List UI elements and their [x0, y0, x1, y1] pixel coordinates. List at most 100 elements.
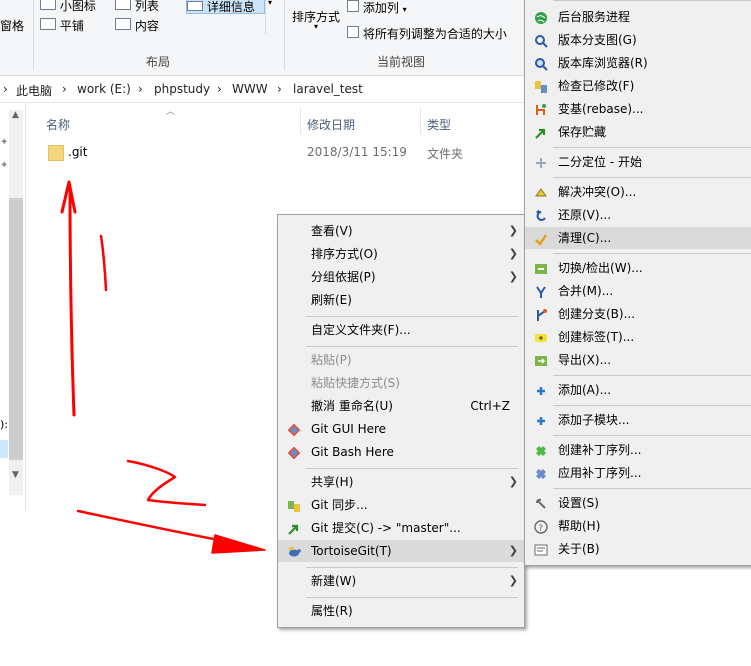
scroll-up-icon[interactable]: ▲ — [12, 110, 19, 120]
menu-item-label: 后台服务进程 — [558, 10, 631, 24]
menu-item-bisect-start[interactable]: 二分定位 - 开始 — [525, 151, 751, 173]
layout-tiles[interactable]: 平铺 — [40, 17, 84, 34]
menu-item-view[interactable]: 查看(V) ❯ — [278, 220, 524, 242]
column-header-date[interactable]: 修改日期 — [307, 116, 355, 133]
menu-item-label: 版本库浏览器(R) — [558, 56, 648, 70]
layout-details[interactable]: 详细信息 — [186, 0, 265, 14]
menu-item-add-submodule[interactable]: 添加子模块... — [525, 409, 751, 431]
pane-label-fragment[interactable]: 窗格 — [0, 17, 24, 34]
menu-item-revision-graph[interactable]: 版本分支图(G) — [525, 29, 751, 51]
menu-item-customize-folder[interactable]: 自定义文件夹(F)... — [278, 319, 524, 341]
layout-content[interactable]: 内容 — [115, 17, 159, 34]
menu-item-label: Git 提交(C) -> "master"... — [311, 521, 461, 535]
menu-item-label: 应用补丁序列... — [558, 466, 642, 480]
pin-icon[interactable]: ✦ — [0, 137, 8, 148]
check-modifications-icon — [534, 79, 548, 93]
menu-item-label: 共享(H) — [311, 475, 354, 489]
menu-item-new[interactable]: 新建(W) ❯ — [278, 570, 524, 592]
menu-item-cleanup[interactable]: 清理(C)... — [525, 227, 751, 249]
menu-item-label: 设置(S) — [558, 496, 599, 510]
menu-item-git-commit[interactable]: Git 提交(C) -> "master"... — [278, 517, 524, 539]
menu-item-export[interactable]: 导出(X)... — [525, 349, 751, 371]
layout-tiles-label: 平铺 — [59, 19, 84, 33]
layout-scroll[interactable]: ▾ — [265, 0, 276, 34]
switch-icon — [534, 261, 548, 275]
nav-selected-item[interactable] — [0, 440, 8, 458]
pin-icon[interactable]: ✦ — [0, 160, 8, 171]
menu-item-git-sync[interactable]: Git 同步... — [278, 494, 524, 516]
menu-item-add[interactable]: 添加(A)... — [525, 379, 751, 401]
stash-icon — [534, 125, 548, 139]
breadcrumb-phpstudy[interactable]: phpstudy — [154, 82, 210, 96]
menu-item-label: 自定义文件夹(F)... — [311, 323, 411, 337]
menu-item-create-tag[interactable]: 创建标签(T)... — [525, 326, 751, 348]
menu-separator — [553, 253, 751, 254]
layout-small-icons[interactable]: 小图标 — [40, 0, 96, 14]
fit-columns-icon — [347, 26, 359, 38]
chevron-right-icon: ❯ — [508, 574, 518, 587]
layout-list[interactable]: 列表 — [115, 0, 159, 14]
menu-item-help[interactable]: ? 帮助(H) — [525, 515, 751, 537]
sort-by-button[interactable]: 排序方式 ▾ — [292, 8, 340, 31]
menu-item-refresh[interactable]: 刷新(E) — [278, 289, 524, 311]
menu-item-label: 二分定位 - 开始 — [558, 155, 642, 169]
breadcrumb-drive[interactable]: work (E:) — [77, 82, 131, 96]
annotation-arrow-right-stroke — [76, 509, 237, 545]
menu-item-label: 清理(C)... — [558, 231, 612, 245]
scroll-down-icon[interactable]: ▼ — [12, 470, 19, 480]
navigation-scrollbar-thumb[interactable] — [9, 198, 23, 460]
menu-item-sort-by[interactable]: 排序方式(O) ❯ — [278, 243, 524, 265]
menu-item-paste-shortcut[interactable]: 粘贴快捷方式(S) — [278, 372, 524, 394]
column-separator[interactable] — [300, 108, 301, 134]
menu-item-create-patch-serial[interactable]: 创建补丁序列... — [525, 439, 751, 461]
menu-item-settings[interactable]: 设置(S) — [525, 492, 751, 514]
menu-item-git-bash[interactable]: Git Bash Here — [278, 441, 524, 463]
breadcrumb-this-pc[interactable]: 此电脑 — [16, 82, 52, 99]
menu-item-label: 变基(rebase)... — [558, 102, 644, 116]
menu-item-label: 属性(R) — [311, 604, 353, 618]
menu-item-properties[interactable]: 属性(R) — [278, 600, 524, 622]
menu-item-git-gui[interactable]: Git GUI Here — [278, 418, 524, 440]
menu-item-about[interactable]: 关于(B) — [525, 538, 751, 560]
menu-item-revert[interactable]: 还原(V)... — [525, 204, 751, 226]
menu-separator — [553, 177, 751, 178]
menu-item-merge[interactable]: 合并(M)... — [525, 280, 751, 302]
breadcrumb-www[interactable]: WWW — [232, 82, 268, 96]
menu-item-resolve[interactable]: 解决冲突(O)... — [525, 181, 751, 203]
menu-item-switch-checkout[interactable]: 切换/检出(W)... — [525, 257, 751, 279]
add-column-icon — [347, 0, 359, 12]
address-bar[interactable]: › 此电脑 › work (E:) › phpstudy › WWW › lar… — [0, 78, 525, 103]
table-row[interactable]: .git 2018/3/11 15:19 文件夹 — [42, 142, 522, 164]
menu-separator — [553, 435, 751, 436]
menu-item-group-by[interactable]: 分组依据(P) ❯ — [278, 266, 524, 288]
column-separator[interactable] — [420, 108, 421, 134]
menu-item-undo-rename[interactable]: 撤消 重命名(U) Ctrl+Z — [278, 395, 524, 417]
column-header-name[interactable]: 名称 — [46, 116, 70, 133]
menu-item-label: Git Bash Here — [311, 445, 394, 459]
menu-item-share[interactable]: 共享(H) ❯ — [278, 471, 524, 493]
menu-item-cache-daemon[interactable]: 后台服务进程 — [525, 6, 751, 28]
layout-content-label: 内容 — [134, 19, 159, 33]
breadcrumb-laravel-test[interactable]: laravel_test — [293, 82, 363, 96]
menu-item-tortoisegit[interactable]: TortoiseGit(T) ❯ — [278, 540, 524, 562]
menu-item-check-modifications[interactable]: 检查已修改(F) — [525, 75, 751, 97]
chevron-right-icon: ❯ — [508, 475, 518, 488]
menu-item-rebase[interactable]: 变基(rebase)... — [525, 98, 751, 120]
menu-item-label: TortoiseGit(T) — [311, 544, 392, 558]
menu-item-create-branch[interactable]: 创建分支(B)... — [525, 303, 751, 325]
menu-item-paste[interactable]: 粘贴(P) — [278, 349, 524, 371]
menu-item-label: 导出(X)... — [558, 353, 612, 367]
context-menu: 查看(V) ❯ 排序方式(O) ❯ 分组依据(P) ❯ 刷新(E) 自定义文件夹… — [277, 214, 525, 628]
menu-item-label: 关于(B) — [558, 542, 600, 556]
menu-item-stash-save[interactable]: 保存贮藏 — [525, 121, 751, 143]
add-column-button[interactable]: 添加列 ▾ — [347, 0, 407, 16]
fit-columns-button[interactable]: 将所有列调整为合适的大小 — [347, 25, 507, 42]
chevron-right-icon: › — [62, 82, 67, 96]
group-current-view-label: 当前视图 — [377, 55, 426, 69]
menu-item-apply-patch-serial[interactable]: 应用补丁序列... — [525, 462, 751, 484]
menu-item-label: Git 同步... — [311, 498, 368, 512]
add-icon — [534, 383, 548, 397]
nav-item-fragment[interactable]: ): — [0, 418, 8, 431]
column-header-type[interactable]: 类型 — [427, 116, 451, 133]
menu-item-repo-browser[interactable]: 版本库浏览器(R) — [525, 52, 751, 74]
